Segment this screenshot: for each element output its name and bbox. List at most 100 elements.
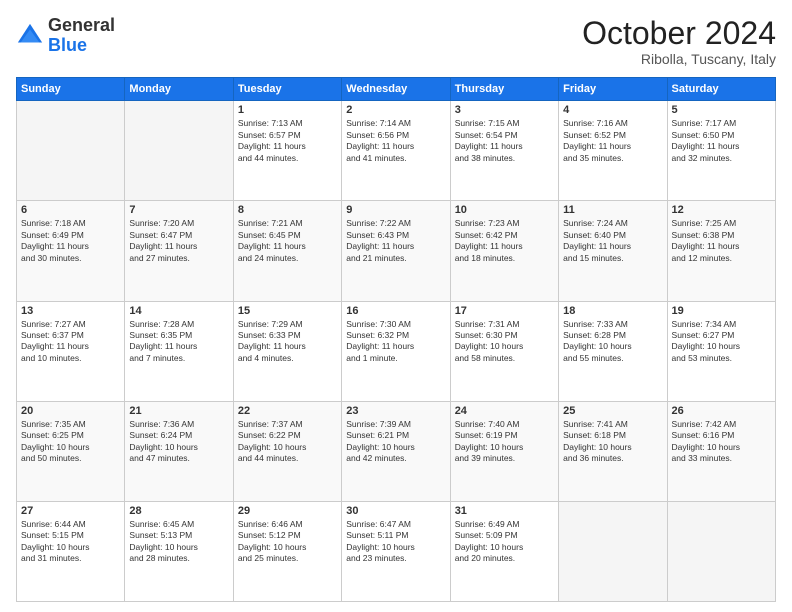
cell-text: Sunrise: 7:27 AM Sunset: 6:37 PM Dayligh… [21,319,120,365]
calendar-cell-4-3: 30Sunrise: 6:47 AM Sunset: 5:11 PM Dayli… [342,501,450,601]
header-friday: Friday [559,78,667,101]
calendar-cell-2-4: 17Sunrise: 7:31 AM Sunset: 6:30 PM Dayli… [450,301,558,401]
calendar-cell-3-5: 25 Sunrise: 7:41 AM Sunset: 6:18 PM Dayli… [559,401,667,501]
header-monday: Monday [125,78,233,101]
calendar-cell-0-3: 2 Sunrise: 7:14 AM Sunset: 6:56 PM Daylig… [342,101,450,201]
calendar-cell-4-2: 29 Sunrise: 6:46 AM Sunset: 5:12 PM Dayli… [233,501,341,601]
logo-general-text: General [48,15,115,35]
calendar-cell-0-2: 1 Sunrise: 7:13 AM Sunset: 6:57 PM Daylig… [233,101,341,201]
calendar-cell-3-0: 20 Sunrise: 7:35 AM Sunset: 6:25 PM Dayli… [17,401,125,501]
cell-text: Sunrise: 7:41 AM Sunset: 6:18 PM Dayligh… [563,419,662,465]
calendar-cell-1-0: 6Sunrise: 7:18 AM Sunset: 6:49 PM Daylig… [17,201,125,301]
header-tuesday: Tuesday [233,78,341,101]
cell-text: Sunrise: 7:18 AM Sunset: 6:49 PM Dayligh… [21,218,120,264]
day-number: 10 [455,204,554,216]
calendar-table: Sunday Monday Tuesday Wednesday Thursday… [16,77,776,602]
calendar-cell-3-3: 23 Sunrise: 7:39 AM Sunset: 6:21 PM Dayli… [342,401,450,501]
calendar-cell-3-6: 26 Sunrise: 7:42 AM Sunset: 6:16 PM Dayli… [667,401,775,501]
cell-text: Sunrise: 7:14 AM Sunset: 6:56 PM Dayligh… [346,118,445,164]
cell-text: Sunrise: 7:35 AM Sunset: 6:25 PM Dayligh… [21,419,120,465]
calendar-cell-3-4: 24 Sunrise: 7:40 AM Sunset: 6:19 PM Dayli… [450,401,558,501]
day-number: 25 [563,405,662,417]
calendar-cell-2-5: 18Sunrise: 7:33 AM Sunset: 6:28 PM Dayli… [559,301,667,401]
week-row-3: 13 Sunrise: 7:27 AM Sunset: 6:37 PM Dayli… [17,301,776,401]
month-title: October 2024 [582,16,776,51]
title-block: October 2024 Ribolla, Tuscany, Italy [582,16,776,67]
day-number: 4 [563,104,662,116]
logo-blue-text: Blue [48,35,87,55]
calendar-cell-1-5: 11 Sunrise: 7:24 AM Sunset: 6:40 PM Dayli… [559,201,667,301]
cell-text: Sunrise: 7:29 AM Sunset: 6:33 PM Dayligh… [238,319,337,365]
day-number: 30 [346,505,445,517]
day-number: 24 [455,405,554,417]
cell-text: Sunrise: 7:13 AM Sunset: 6:57 PM Dayligh… [238,118,337,164]
week-row-5: 27 Sunrise: 6:44 AM Sunset: 5:15 PM Dayli… [17,501,776,601]
day-number: 16 [346,305,445,317]
day-number: 1 [238,104,337,116]
cell-text: Sunrise: 7:37 AM Sunset: 6:22 PM Dayligh… [238,419,337,465]
day-number: 13 [21,305,120,317]
day-number: 18 [563,305,662,317]
calendar-cell-0-4: 3Sunrise: 7:15 AM Sunset: 6:54 PM Daylig… [450,101,558,201]
header-saturday: Saturday [667,78,775,101]
calendar-cell-4-1: 28 Sunrise: 6:45 AM Sunset: 5:13 PM Dayli… [125,501,233,601]
location: Ribolla, Tuscany, Italy [582,51,776,67]
day-number: 12 [672,204,771,216]
cell-text: Sunrise: 7:31 AM Sunset: 6:30 PM Dayligh… [455,319,554,365]
day-number: 22 [238,405,337,417]
day-number: 31 [455,505,554,517]
page: General Blue October 2024 Ribolla, Tusca… [0,0,792,612]
calendar-cell-2-3: 16 Sunrise: 7:30 AM Sunset: 6:32 PM Dayli… [342,301,450,401]
header-wednesday: Wednesday [342,78,450,101]
cell-text: Sunrise: 7:23 AM Sunset: 6:42 PM Dayligh… [455,218,554,264]
cell-text: Sunrise: 7:21 AM Sunset: 6:45 PM Dayligh… [238,218,337,264]
cell-text: Sunrise: 6:45 AM Sunset: 5:13 PM Dayligh… [129,519,228,565]
calendar-cell-4-6 [667,501,775,601]
cell-text: Sunrise: 7:25 AM Sunset: 6:38 PM Dayligh… [672,218,771,264]
cell-text: Sunrise: 7:42 AM Sunset: 6:16 PM Dayligh… [672,419,771,465]
cell-text: Sunrise: 7:36 AM Sunset: 6:24 PM Dayligh… [129,419,228,465]
cell-text: Sunrise: 7:16 AM Sunset: 6:52 PM Dayligh… [563,118,662,164]
cell-text: Sunrise: 7:30 AM Sunset: 6:32 PM Dayligh… [346,319,445,365]
day-number: 3 [455,104,554,116]
week-row-4: 20 Sunrise: 7:35 AM Sunset: 6:25 PM Dayli… [17,401,776,501]
day-number: 28 [129,505,228,517]
day-number: 5 [672,104,771,116]
day-number: 9 [346,204,445,216]
calendar-cell-2-0: 13 Sunrise: 7:27 AM Sunset: 6:37 PM Dayli… [17,301,125,401]
cell-text: Sunrise: 7:22 AM Sunset: 6:43 PM Dayligh… [346,218,445,264]
day-number: 26 [672,405,771,417]
calendar-cell-1-6: 12 Sunrise: 7:25 AM Sunset: 6:38 PM Dayli… [667,201,775,301]
calendar-cell-4-0: 27 Sunrise: 6:44 AM Sunset: 5:15 PM Dayli… [17,501,125,601]
day-number: 27 [21,505,120,517]
calendar-cell-0-1 [125,101,233,201]
day-number: 23 [346,405,445,417]
calendar-cell-0-6: 5Sunrise: 7:17 AM Sunset: 6:50 PM Daylig… [667,101,775,201]
week-row-1: 1 Sunrise: 7:13 AM Sunset: 6:57 PM Daylig… [17,101,776,201]
calendar-cell-2-2: 15 Sunrise: 7:29 AM Sunset: 6:33 PM Dayli… [233,301,341,401]
cell-text: Sunrise: 6:46 AM Sunset: 5:12 PM Dayligh… [238,519,337,565]
calendar-cell-4-4: 31Sunrise: 6:49 AM Sunset: 5:09 PM Dayli… [450,501,558,601]
day-number: 11 [563,204,662,216]
day-number: 15 [238,305,337,317]
cell-text: Sunrise: 7:24 AM Sunset: 6:40 PM Dayligh… [563,218,662,264]
day-number: 14 [129,305,228,317]
calendar-cell-1-2: 8 Sunrise: 7:21 AM Sunset: 6:45 PM Daylig… [233,201,341,301]
logo: General Blue [16,16,115,56]
calendar-cell-4-5 [559,501,667,601]
header-sunday: Sunday [17,78,125,101]
cell-text: Sunrise: 7:20 AM Sunset: 6:47 PM Dayligh… [129,218,228,264]
cell-text: Sunrise: 7:39 AM Sunset: 6:21 PM Dayligh… [346,419,445,465]
calendar-cell-0-5: 4 Sunrise: 7:16 AM Sunset: 6:52 PM Daylig… [559,101,667,201]
week-row-2: 6Sunrise: 7:18 AM Sunset: 6:49 PM Daylig… [17,201,776,301]
day-number: 7 [129,204,228,216]
cell-text: Sunrise: 6:44 AM Sunset: 5:15 PM Dayligh… [21,519,120,565]
day-number: 2 [346,104,445,116]
calendar-cell-1-4: 10 Sunrise: 7:23 AM Sunset: 6:42 PM Dayli… [450,201,558,301]
day-number: 29 [238,505,337,517]
header: General Blue October 2024 Ribolla, Tusca… [16,16,776,67]
cell-text: Sunrise: 7:40 AM Sunset: 6:19 PM Dayligh… [455,419,554,465]
day-number: 8 [238,204,337,216]
day-number: 20 [21,405,120,417]
calendar-cell-2-6: 19Sunrise: 7:34 AM Sunset: 6:27 PM Dayli… [667,301,775,401]
